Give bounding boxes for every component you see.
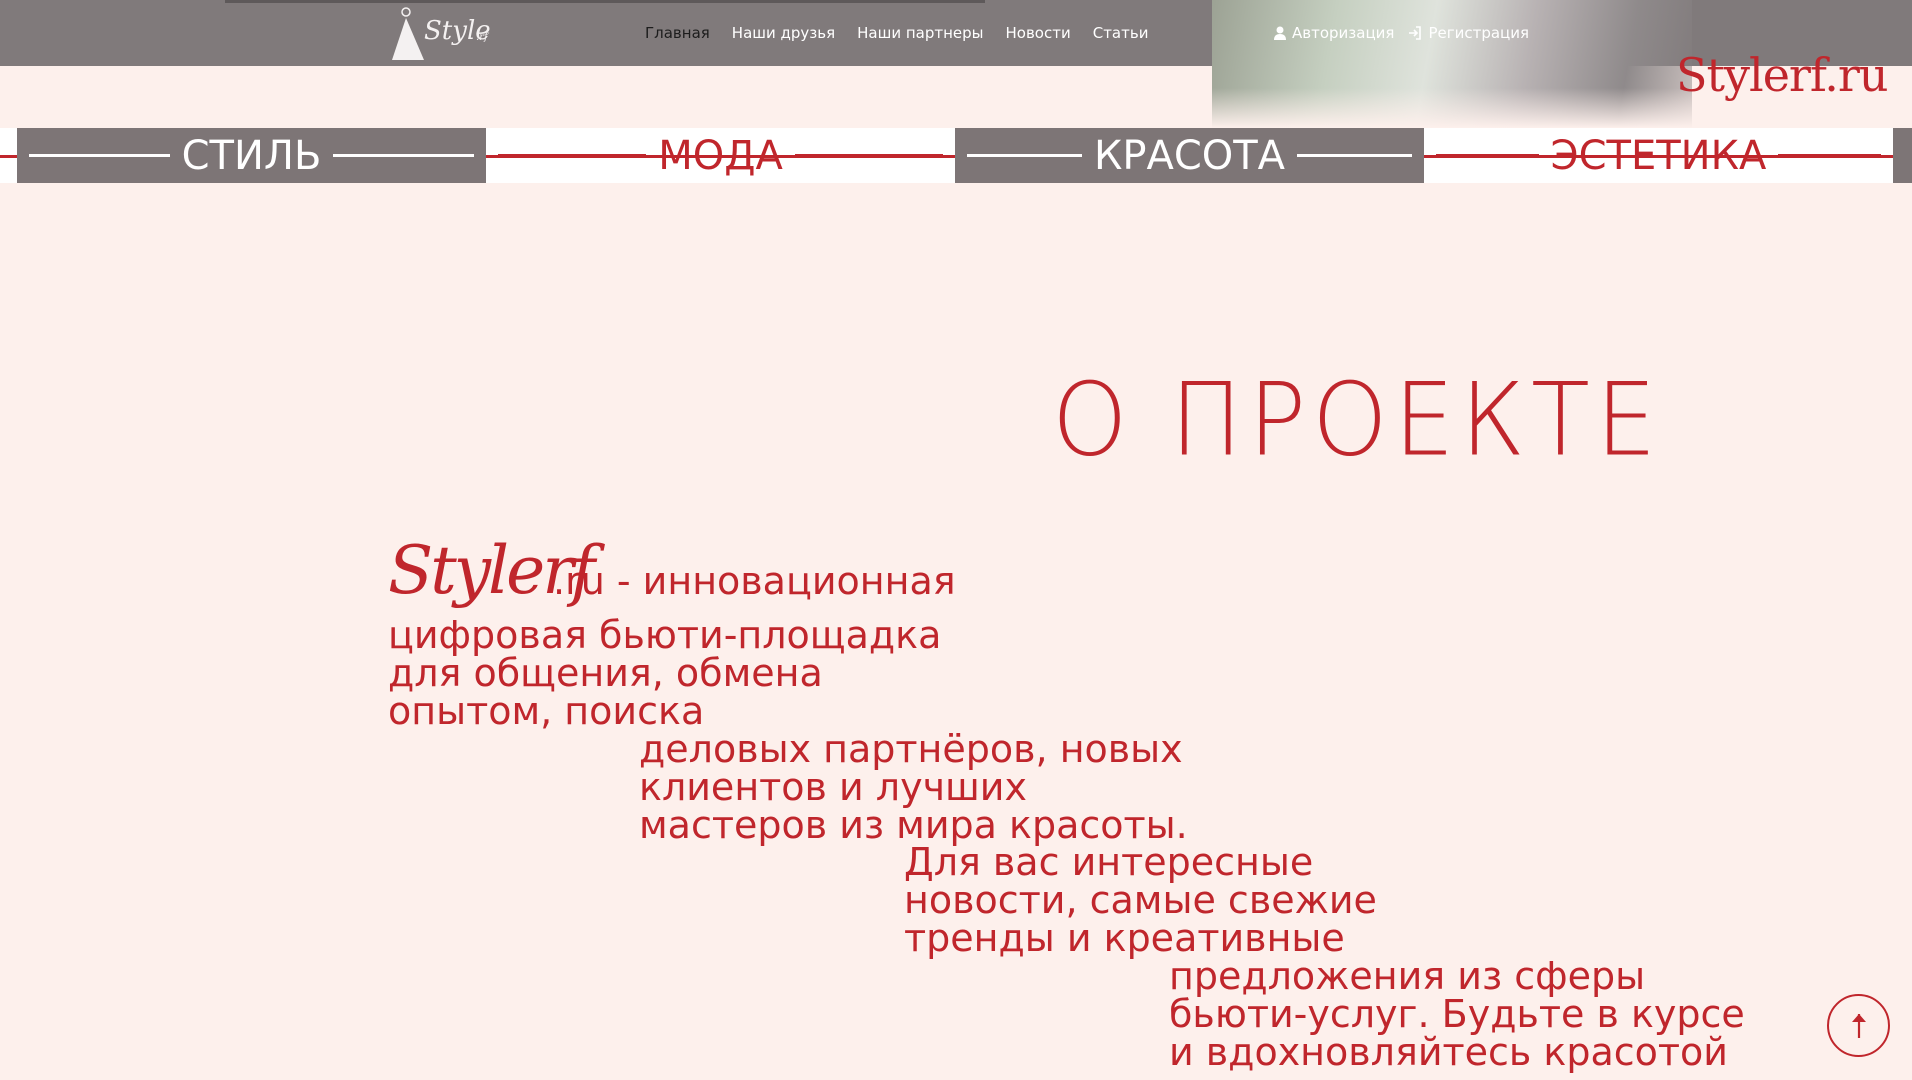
nav-home[interactable]: Главная [645, 24, 710, 42]
strip-segment-aesthetics: ЭСТЕТИКА [1424, 128, 1893, 183]
about-text-block-2: деловых партнёров, новых клиентов и лучш… [639, 727, 1188, 847]
arrow-up-icon [1851, 1013, 1866, 1038]
strip-word-style: СТИЛЬ [181, 132, 322, 179]
nav-news[interactable]: Новости [1006, 24, 1071, 42]
scroll-to-top-button[interactable] [1827, 994, 1890, 1057]
login-label: Авторизация [1292, 24, 1395, 42]
about-text-block-1: цифровая бьюти-площадка для общения, обм… [388, 613, 942, 733]
nav-articles[interactable]: Статьи [1093, 24, 1149, 42]
about-title: О ПРОЕКТЕ [1052, 361, 1663, 479]
about-text-block-4: предложения из сферы бьюти-услуг. Будьте… [1169, 954, 1745, 1074]
about-text-line-1: .ru - инновационная [553, 559, 956, 603]
dress-logo-icon [392, 7, 424, 60]
register-label: Регистрация [1428, 24, 1530, 42]
login-link[interactable]: Авторизация [1274, 24, 1394, 42]
logo-suffix: .rf [476, 32, 488, 43]
category-strip: СТИЛЬ МОДА КРАСОТА ЭСТЕТИКА [0, 128, 1912, 183]
register-link[interactable]: Регистрация [1408, 24, 1529, 42]
brand-logo[interactable]: Stylerf.ru [1676, 48, 1889, 102]
strip-end [1893, 128, 1912, 183]
nav-friends[interactable]: Наши друзья [732, 24, 835, 42]
hero-photo [1212, 0, 1692, 128]
strip-segment-style: СТИЛЬ [17, 128, 486, 183]
strip-word-fashion: МОДА [658, 132, 783, 179]
user-icon [1274, 26, 1286, 40]
strip-segment-fashion: МОДА [486, 128, 955, 183]
strip-word-beauty: КРАСОТА [1093, 132, 1286, 179]
about-text-block-3: Для вас интересные новости, самые свежие… [904, 840, 1377, 960]
sign-in-icon [1409, 26, 1422, 40]
strip-word-aesthetics: ЭСТЕТИКА [1550, 132, 1767, 179]
navbar-shade [225, 0, 985, 3]
strip-segment-beauty: КРАСОТА [955, 128, 1424, 183]
main-nav: Главная Наши друзья Наши партнеры Новост… [645, 24, 1148, 42]
nav-partners[interactable]: Наши партнеры [857, 24, 983, 42]
auth-links: Авторизация Регистрация [1274, 24, 1529, 42]
site-logo[interactable]: Style .rf [388, 4, 498, 62]
